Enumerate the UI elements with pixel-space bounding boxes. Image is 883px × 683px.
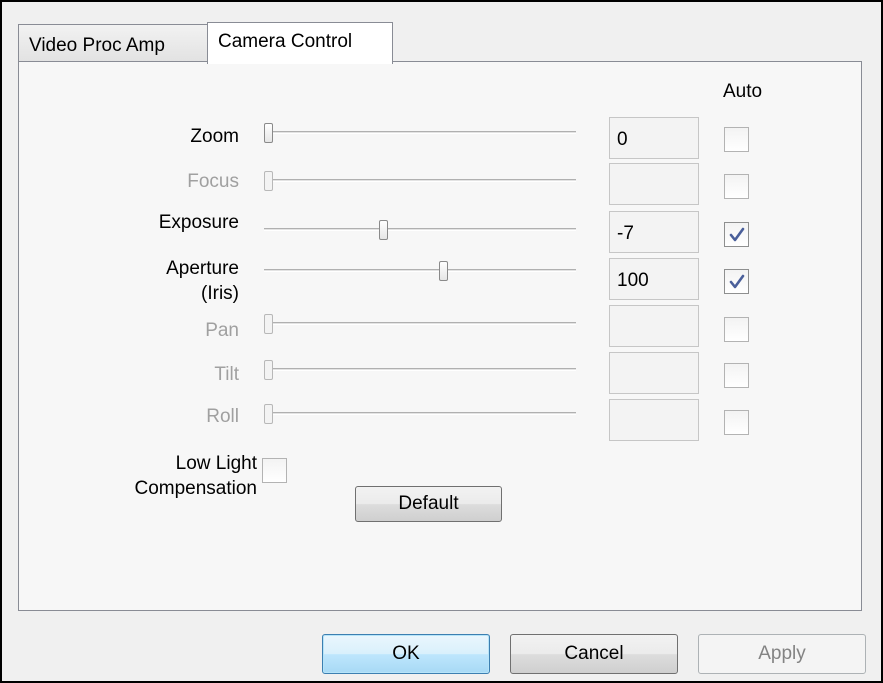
default-button[interactable]: Default	[355, 486, 502, 522]
apply-button[interactable]: Apply	[698, 634, 866, 674]
low-light-label-line1: Low Light	[175, 453, 257, 474]
tilt-slider[interactable]	[264, 360, 576, 380]
tilt-value-field[interactable]	[609, 352, 699, 394]
auto-column-header: Auto	[723, 81, 763, 102]
low-light-compensation-label: Low Light Compensation	[82, 451, 257, 501]
pan-slider-thumb[interactable]	[264, 314, 273, 334]
zoom-label: Zoom	[190, 126, 239, 147]
aperture-slider[interactable]	[264, 261, 576, 281]
low-light-label-line2: Compensation	[134, 478, 257, 499]
roll-slider[interactable]	[264, 404, 576, 424]
aperture-label: Aperture (Iris)	[82, 256, 239, 306]
focus-slider-thumb[interactable]	[264, 171, 273, 191]
tilt-slider-thumb[interactable]	[264, 360, 273, 380]
aperture-slider-thumb[interactable]	[439, 261, 448, 281]
focus-value-field[interactable]	[609, 163, 699, 205]
camera-properties-dialog: Video Proc Amp Camera Control Auto Zoom …	[0, 0, 883, 683]
focus-slider[interactable]	[264, 171, 576, 191]
exposure-value-field[interactable]: -7	[609, 211, 699, 253]
roll-auto-checkbox[interactable]	[724, 410, 749, 435]
zoom-slider-thumb[interactable]	[264, 123, 273, 143]
zoom-slider[interactable]	[264, 123, 576, 143]
focus-auto-checkbox[interactable]	[724, 174, 749, 199]
exposure-slider[interactable]	[264, 220, 576, 240]
aperture-value-field[interactable]: 100	[609, 258, 699, 300]
aperture-auto-checkbox[interactable]	[724, 269, 749, 294]
roll-label: Roll	[206, 406, 239, 427]
aperture-label-line1: Aperture	[166, 258, 239, 279]
ok-button[interactable]: OK	[322, 634, 490, 674]
zoom-value-field[interactable]: 0	[609, 117, 699, 159]
aperture-label-line2: (Iris)	[201, 283, 239, 304]
pan-slider[interactable]	[264, 314, 576, 334]
zoom-auto-checkbox[interactable]	[724, 127, 749, 152]
tilt-label: Tilt	[214, 364, 239, 385]
tab-video-proc-amp-label: Video Proc Amp	[29, 35, 165, 56]
check-icon	[725, 223, 748, 246]
low-light-compensation-checkbox[interactable]	[262, 458, 287, 483]
tab-camera-control[interactable]: Camera Control	[207, 22, 393, 64]
focus-label: Focus	[187, 171, 239, 192]
exposure-slider-thumb[interactable]	[379, 220, 388, 240]
tab-camera-control-label: Camera Control	[218, 31, 353, 52]
roll-value-field[interactable]	[609, 399, 699, 441]
pan-value-field[interactable]	[609, 305, 699, 347]
tilt-auto-checkbox[interactable]	[724, 363, 749, 388]
pan-label: Pan	[205, 320, 239, 341]
check-icon	[725, 270, 748, 293]
cancel-button[interactable]: Cancel	[510, 634, 678, 674]
tab-video-proc-amp[interactable]: Video Proc Amp	[18, 24, 208, 62]
exposure-label: Exposure	[158, 212, 239, 233]
pan-auto-checkbox[interactable]	[724, 317, 749, 342]
roll-slider-thumb[interactable]	[264, 404, 273, 424]
exposure-auto-checkbox[interactable]	[724, 222, 749, 247]
